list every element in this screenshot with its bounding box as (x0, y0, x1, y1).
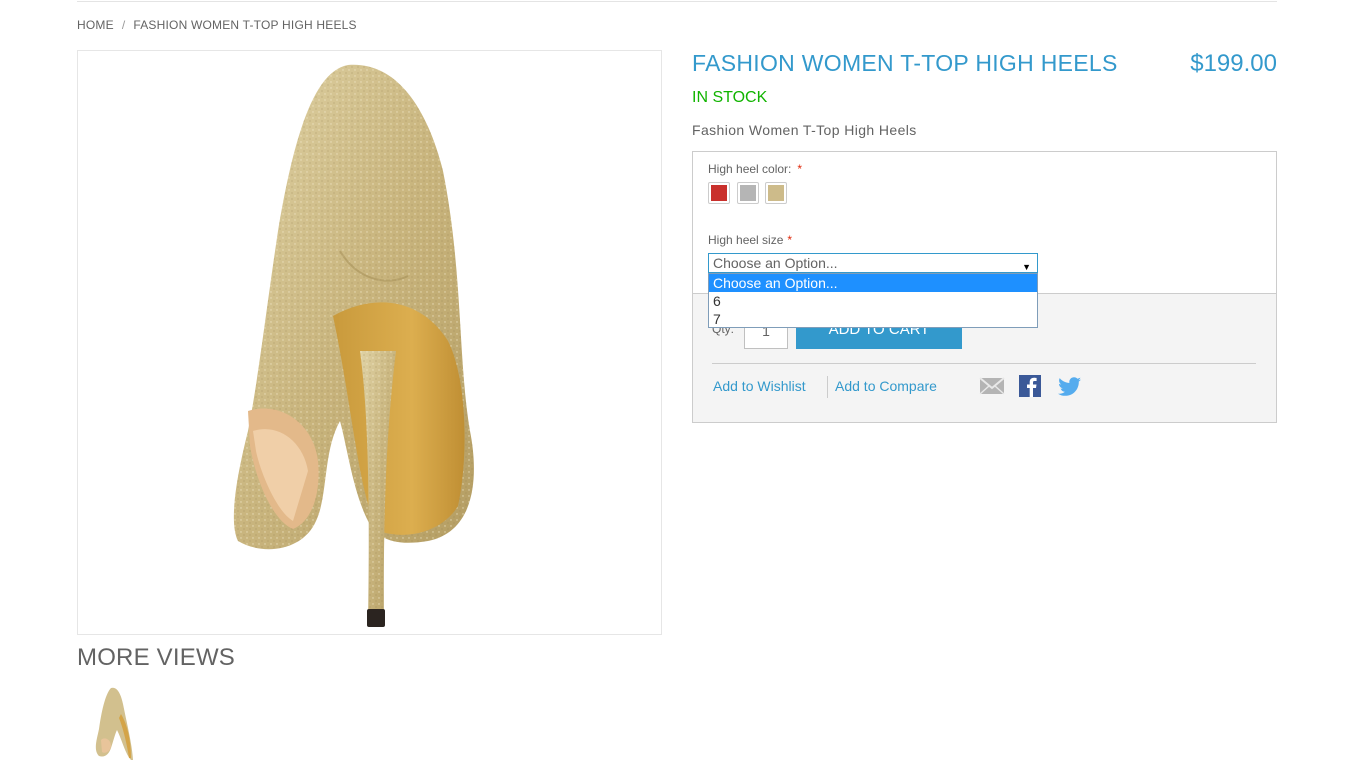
product-name: FASHION WOMEN T-TOP HIGH HEELS (692, 50, 1118, 76)
facebook-icon[interactable] (1018, 374, 1042, 398)
more-views-thumbnail[interactable] (77, 684, 152, 762)
breadcrumb-current: FASHION WOMEN T-TOP HIGH HEELS (133, 18, 357, 32)
high-heel-back-view (233, 64, 474, 627)
breadcrumb-separator: / (121, 18, 126, 32)
size-dropdown-list: Choose an Option... 6 7 (708, 273, 1038, 328)
high-heel-thumbnail-image (95, 687, 133, 760)
top-divider (77, 1, 1277, 2)
size-option-6[interactable]: 6 (709, 292, 1037, 310)
breadcrumb-home[interactable]: HOME (77, 18, 114, 32)
short-description: Fashion Women T-Top High Heels (692, 122, 917, 138)
size-select-value: Choose an Option... (713, 255, 838, 271)
breadcrumb: HOME / FASHION WOMEN T-TOP HIGH HEELS (77, 18, 357, 32)
twitter-icon[interactable] (1058, 374, 1082, 398)
size-option-choose[interactable]: Choose an Option... (709, 274, 1037, 292)
swatch-red[interactable] (708, 182, 730, 204)
links-divider (712, 363, 1256, 364)
email-icon[interactable] (979, 374, 1005, 398)
swatch-silver[interactable] (737, 182, 759, 204)
swatch-silver-fill (740, 185, 756, 201)
links-separator (827, 376, 828, 398)
add-to-wishlist-link[interactable]: Add to Wishlist (713, 378, 806, 394)
required-marker: * (787, 233, 793, 247)
more-views-title: MORE VIEWS (77, 644, 236, 671)
availability-status: IN STOCK (692, 89, 768, 106)
required-marker: * (797, 162, 803, 176)
size-option-7[interactable]: 7 (709, 310, 1037, 328)
swatch-red-fill (711, 185, 727, 201)
size-option-label: High heel size * (708, 233, 792, 247)
color-option-label: High heel color: * (708, 162, 802, 176)
product-main-image[interactable] (77, 50, 662, 635)
size-label-text: High heel size (708, 233, 784, 247)
color-label-text: High heel color: (708, 162, 792, 176)
swatch-gold[interactable] (765, 182, 787, 204)
swatch-gold-fill (768, 185, 784, 201)
add-to-compare-link[interactable]: Add to Compare (835, 378, 937, 394)
product-price: $199.00 (1190, 50, 1277, 77)
size-select[interactable]: Choose an Option... ▼ (708, 253, 1038, 273)
